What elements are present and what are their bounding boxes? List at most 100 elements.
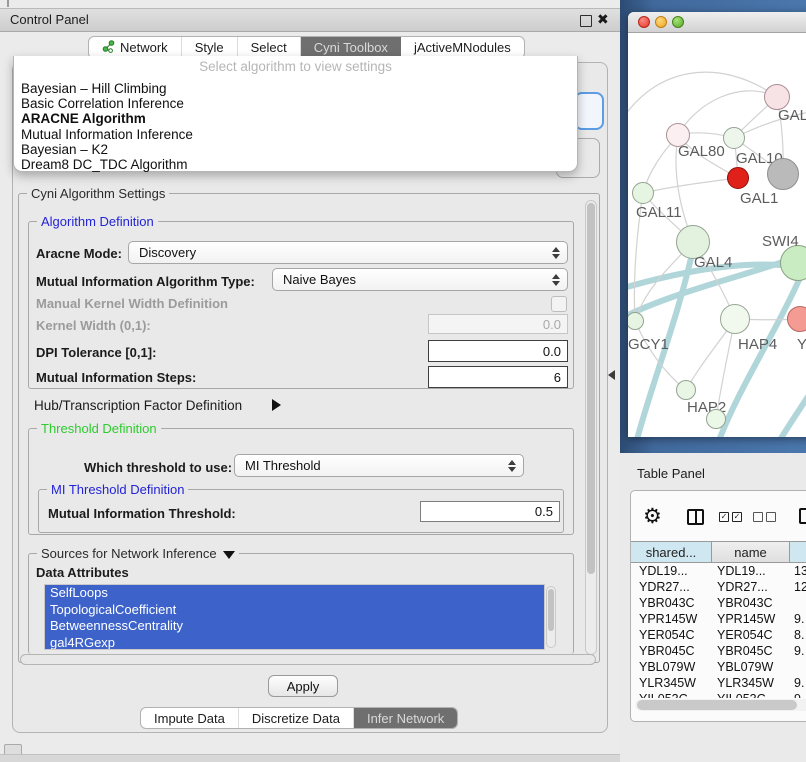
tab-select[interactable]: Select	[238, 37, 301, 58]
tab-impute-data-label: Impute Data	[154, 711, 225, 726]
node-label-hap4: HAP4	[738, 336, 777, 353]
table-row[interactable]: YBR045CYBR045C9.	[631, 643, 806, 659]
table-row[interactable]: YDR27...YDR27...12	[631, 579, 806, 595]
aracne-mode-select[interactable]: Discovery	[128, 241, 568, 264]
tab-style[interactable]: Style	[182, 37, 238, 58]
table-cell: YLR345W	[631, 675, 712, 691]
network-node-hap2[interactable]	[676, 380, 696, 400]
close-icon[interactable]: ✖	[597, 11, 609, 28]
table-row[interactable]: YBL079WYBL079W	[631, 659, 806, 675]
network-node-hap4[interactable]	[720, 304, 750, 334]
tab-jactivemnodules[interactable]: jActiveMNodules	[401, 37, 524, 58]
close-traffic-light[interactable]	[638, 16, 650, 28]
table-scrollbar-thumb[interactable]	[637, 700, 797, 710]
algorithm-option[interactable]: ARACNE Algorithm	[18, 111, 573, 126]
expand-arrow-icon[interactable]	[272, 399, 281, 411]
data-attribute-item[interactable]: SelfLoops	[45, 585, 544, 602]
algorithm-option[interactable]: Mutual Information Inference	[18, 127, 573, 142]
tab-impute-data[interactable]: Impute Data	[141, 708, 239, 728]
cyni-algorithm-settings-title: Cyni Algorithm Settings	[27, 186, 169, 201]
table-cell: YDL19...	[631, 563, 712, 579]
unchecked-columns-icon[interactable]	[753, 512, 763, 522]
column-header-partial[interactable]	[790, 542, 806, 562]
network-icon	[102, 40, 115, 56]
manual-kernel-width-checkbox[interactable]	[551, 296, 567, 312]
apply-button[interactable]: Apply	[268, 675, 338, 697]
mi-threshold-label: Mutual Information Threshold:	[48, 506, 236, 521]
table-row[interactable]: YBR043CYBR043C	[631, 595, 806, 611]
which-threshold-select[interactable]: MI Threshold	[234, 454, 524, 477]
tab-discretize-data[interactable]: Discretize Data	[239, 708, 354, 728]
network-node-gal10[interactable]	[723, 127, 745, 149]
table-row[interactable]: YLR345WYLR345W9.	[631, 675, 806, 691]
attributes-scrollbar-thumb[interactable]	[548, 589, 554, 631]
data-attribute-item[interactable]: gal4RGexp	[45, 635, 544, 651]
tab-network[interactable]: Network	[89, 37, 182, 58]
algorithm-option[interactable]: Basic Correlation Inference	[18, 96, 573, 111]
mi-algorithm-type-select[interactable]: Naive Bayes	[272, 268, 568, 291]
table-row[interactable]: YER054CYER054C8.	[631, 627, 806, 643]
attributes-list-scrollbar[interactable]	[546, 586, 556, 648]
node-label-gal4: GAL4	[694, 254, 732, 271]
aracne-mode-label: Aracne Mode:	[36, 246, 122, 261]
algorithm-option[interactable]: Bayesian – Hill Climbing	[18, 81, 573, 96]
network-node[interactable]	[767, 158, 799, 190]
network-window-titlebar[interactable]	[628, 12, 806, 33]
tab-cyni-toolbox-label: Cyni Toolbox	[314, 40, 388, 55]
network-node-gal1[interactable]	[727, 167, 749, 189]
table-cell: YBR045C	[631, 643, 712, 659]
data-attribute-item[interactable]: TopologicalCoefficient	[45, 602, 544, 619]
data-attributes-list[interactable]: SelfLoopsTopologicalCoefficientBetweenne…	[44, 584, 545, 650]
table-row[interactable]: YIL053CYIL053C9.	[631, 691, 806, 698]
table-cell: 9.	[790, 643, 806, 659]
column-header-name[interactable]: name	[712, 542, 790, 562]
panel-collapse-arrow-icon[interactable]	[608, 370, 615, 380]
network-node-gal11[interactable]	[632, 182, 654, 204]
hub-tf-definition-label[interactable]: Hub/Transcription Factor Definition	[34, 398, 242, 413]
column-partial-icon[interactable]	[799, 508, 806, 524]
zoom-traffic-light[interactable]	[672, 16, 684, 28]
aracne-mode-value: Discovery	[139, 245, 196, 260]
minimize-traffic-light[interactable]	[655, 16, 667, 28]
gear-icon[interactable]: ⚙	[643, 506, 662, 527]
algorithm-option[interactable]: Dream8 DC_TDC Algorithm	[18, 157, 573, 172]
table-horizontal-scrollbar[interactable]	[635, 699, 806, 711]
settings-scrollbar-thumb[interactable]	[587, 203, 595, 574]
table-panel-window: ⚙ ✓ ✓ shared... name YDL19...YDL19...13Y…	[630, 490, 806, 722]
split-columns-icon[interactable]	[687, 509, 704, 525]
unchecked-columns-icon[interactable]	[766, 512, 776, 522]
table-cell: YBR043C	[712, 595, 790, 611]
float-panel-icon[interactable]	[580, 15, 592, 27]
kernel-width-field[interactable]: 0.0	[428, 314, 568, 334]
kernel-width-value: 0.0	[543, 317, 561, 332]
table-row[interactable]: YPR145WYPR145W9.	[631, 611, 806, 627]
bottom-strip	[0, 754, 620, 762]
tab-cyni-toolbox[interactable]: Cyni Toolbox	[301, 37, 401, 58]
network-node-y[interactable]	[787, 306, 806, 332]
network-canvas[interactable]: GALGAL80GAL10GAL1GAL11GAL4SWI4GCY1HAP4YH…	[628, 33, 806, 437]
column-header-shared-name[interactable]: shared...	[631, 542, 712, 562]
dpi-tolerance-value: 0.0	[543, 344, 561, 359]
dpi-tolerance-field[interactable]: 0.0	[428, 340, 568, 362]
table-cell: 8.	[790, 627, 806, 643]
data-attribute-item[interactable]: BetweennessCentrality	[45, 618, 544, 635]
table-row[interactable]: YDL19...YDL19...13	[631, 563, 806, 579]
table-rows[interactable]: YDL19...YDL19...13YDR27...YDR27...12YBR0…	[631, 563, 806, 698]
mi-threshold-field[interactable]: 0.5	[420, 501, 560, 522]
settings-horizontal-scrollbar[interactable]	[20, 654, 596, 665]
network-window[interactable]: GALGAL80GAL10GAL1GAL11GAL4SWI4GCY1HAP4YH…	[628, 12, 806, 437]
node-label-swi4: SWI4	[762, 233, 799, 250]
which-threshold-value: MI Threshold	[245, 458, 321, 473]
mi-steps-field[interactable]: 6	[428, 366, 568, 388]
checked-columns-icon[interactable]: ✓	[719, 512, 729, 522]
settings-vertical-scrollbar[interactable]	[585, 200, 597, 655]
focused-combo-fragment[interactable]	[574, 92, 604, 130]
algorithm-option[interactable]: Bayesian – K2	[18, 142, 573, 157]
top-edge-mark	[7, 0, 9, 7]
control-panel-titlebar[interactable]: Control Panel ✖	[0, 8, 620, 32]
tab-infer-network[interactable]: Infer Network	[354, 708, 457, 728]
table-header: shared... name	[631, 541, 806, 563]
checked-columns-icon[interactable]: ✓	[732, 512, 742, 522]
network-node[interactable]	[706, 409, 726, 429]
collapse-arrow-icon[interactable]	[223, 551, 235, 559]
